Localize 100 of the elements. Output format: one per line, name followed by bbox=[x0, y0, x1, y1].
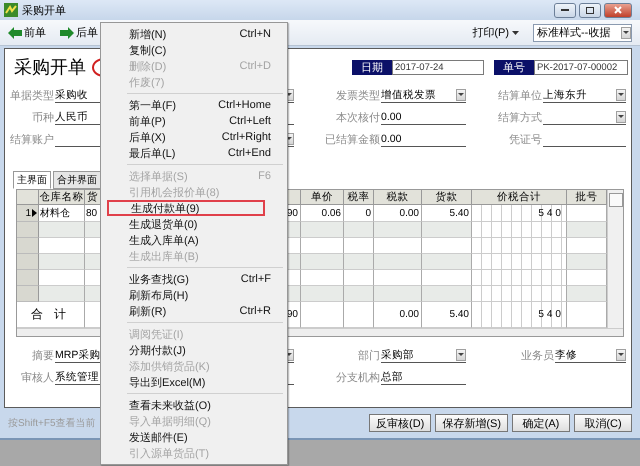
column-header: 税率 bbox=[344, 190, 374, 205]
form-title: 采购开单 bbox=[14, 56, 86, 79]
total-label: 合 计 bbox=[17, 302, 85, 328]
table-cell: 0.00 bbox=[374, 302, 422, 328]
caret-icon bbox=[623, 31, 629, 34]
column-header: 价税合计 bbox=[472, 190, 567, 205]
field-value: MRP采购 bbox=[55, 348, 100, 362]
column-header: 仓库名称 bbox=[39, 190, 85, 205]
menu-item[interactable]: 业务查找(G) Ctrl+F bbox=[103, 271, 285, 287]
right-arrow-icon bbox=[60, 26, 74, 38]
table-cell: 0.06 bbox=[301, 205, 344, 222]
style-select[interactable]: 标准样式--收据 bbox=[533, 24, 632, 42]
field-label: 业务员 bbox=[520, 349, 554, 363]
input-field[interactable]: 0.00 bbox=[381, 131, 466, 147]
input-field[interactable]: 采购部 bbox=[381, 347, 466, 363]
dropdown-button[interactable] bbox=[456, 88, 466, 100]
app-icon bbox=[4, 3, 18, 17]
table-cell: 5.40 bbox=[422, 205, 472, 222]
column-header: 批号 bbox=[567, 190, 607, 205]
menu-item[interactable]: 生成入库单(A) bbox=[103, 232, 285, 248]
number-field[interactable]: PK-2017-07-00002 bbox=[534, 60, 628, 74]
field-label: 审核人 bbox=[20, 370, 54, 385]
menu-item[interactable]: 发送邮件(E) bbox=[103, 429, 285, 445]
date-label: 日期 bbox=[352, 60, 392, 74]
input-field[interactable]: 0.00 bbox=[381, 109, 466, 125]
column-header: 税款 bbox=[374, 190, 422, 205]
window-title: 采购开单 bbox=[22, 4, 67, 18]
scrollbar-thumb[interactable] bbox=[608, 193, 622, 207]
menu-item[interactable]: 复制(C) bbox=[103, 42, 285, 58]
caret-icon bbox=[458, 93, 464, 96]
dropdown-button[interactable] bbox=[616, 88, 626, 100]
field-label: 已结算金额 bbox=[324, 132, 380, 147]
field-label: 结算方式 bbox=[497, 110, 542, 125]
menu-item[interactable]: 后单(X) Ctrl+Right bbox=[103, 129, 285, 145]
field-label: 结算单位 bbox=[497, 89, 542, 103]
field-value: 总部 bbox=[381, 370, 403, 384]
caret-icon bbox=[618, 93, 624, 96]
close-button[interactable] bbox=[604, 2, 632, 18]
field-label: 分支机构 bbox=[335, 371, 380, 385]
field-value: 增值税发票 bbox=[381, 88, 436, 102]
menu-item[interactable]: 导出到Excel(M) bbox=[103, 374, 285, 390]
menu-item[interactable]: 前单(P) Ctrl+Left bbox=[103, 113, 285, 129]
table-cell: 0 bbox=[344, 205, 374, 222]
select-value: 标准样式--收据 bbox=[537, 26, 610, 40]
menu-item[interactable]: 第一单(F) Ctrl+Home bbox=[103, 97, 285, 113]
input-field[interactable]: 总部 bbox=[381, 369, 466, 385]
status-text: 按Shift+F5查看当前 bbox=[8, 416, 96, 430]
vertical-scrollbar[interactable] bbox=[607, 190, 623, 328]
field-label: 结算账户 bbox=[9, 132, 54, 147]
menu-item[interactable]: 分期付款(J) bbox=[103, 342, 285, 358]
table-cell: 材料仓 bbox=[39, 205, 85, 222]
column-header: 单价 bbox=[301, 190, 344, 205]
row-number: 1 bbox=[25, 208, 31, 218]
minimize-button[interactable] bbox=[554, 2, 576, 18]
menu-item[interactable]: 新增(N) Ctrl+N bbox=[103, 26, 285, 42]
date-field[interactable]: 2017-07-24 bbox=[392, 60, 484, 74]
menu-item[interactable]: 刷新布局(H) bbox=[103, 287, 285, 303]
menu-item[interactable]: 最后单(L) Ctrl+End bbox=[103, 145, 285, 161]
action-button[interactable]: 取消(C) bbox=[574, 414, 632, 432]
field-value: 0.00 bbox=[381, 132, 402, 144]
dropdown-button[interactable] bbox=[616, 110, 626, 122]
table-cell: 0.00 bbox=[374, 205, 422, 222]
menu-item[interactable]: 查看未来收益(O) bbox=[103, 397, 285, 413]
tab[interactable]: 合并界面 bbox=[53, 171, 101, 189]
table-cell: 540 bbox=[472, 302, 567, 328]
tab[interactable]: 主界面 bbox=[13, 171, 51, 189]
table-cell: 540 bbox=[472, 205, 567, 222]
field-value: 上海东升 bbox=[543, 88, 587, 102]
caret-icon bbox=[618, 353, 624, 356]
dropdown-button[interactable] bbox=[621, 26, 631, 38]
close-icon bbox=[614, 6, 622, 14]
field-value: 系统管理 bbox=[55, 370, 99, 384]
input-field[interactable] bbox=[543, 109, 626, 125]
input-field[interactable]: 增值税发票 bbox=[381, 87, 466, 103]
previous-button[interactable]: 前单 bbox=[8, 25, 46, 40]
caret-icon bbox=[618, 115, 624, 118]
caret-icon bbox=[512, 30, 519, 34]
minimize-icon bbox=[561, 9, 569, 11]
field-value: 采购部 bbox=[381, 348, 414, 362]
field-label: 发票类型 bbox=[335, 89, 380, 103]
field-label: 凭证号 bbox=[508, 133, 542, 147]
left-arrow-icon bbox=[8, 26, 22, 38]
menu-item[interactable]: 生成付款单(9) bbox=[107, 200, 265, 216]
field-value: 人民币 bbox=[55, 110, 88, 124]
action-button[interactable]: 保存新增(S) bbox=[435, 414, 508, 432]
field-value: 0.00 bbox=[381, 110, 402, 122]
field-value: 李修 bbox=[555, 348, 577, 362]
action-button[interactable]: 反审核(D) bbox=[369, 414, 432, 432]
table-cell: 5.40 bbox=[422, 302, 472, 328]
dropdown-button[interactable] bbox=[456, 348, 466, 360]
dropdown-button[interactable] bbox=[616, 348, 626, 360]
next-button[interactable]: 后单 bbox=[60, 25, 98, 40]
action-button[interactable]: 确定(A) bbox=[512, 414, 570, 432]
field-label: 部门 bbox=[357, 348, 380, 363]
print-button[interactable]: 打印(P) bbox=[472, 25, 519, 40]
column-header: 货款 bbox=[422, 190, 472, 205]
field-label: 币种 bbox=[31, 111, 54, 125]
input-field[interactable]: 上海东升 bbox=[543, 87, 626, 103]
input-field[interactable]: 李修 bbox=[555, 347, 626, 363]
maximize-button[interactable] bbox=[579, 2, 601, 18]
